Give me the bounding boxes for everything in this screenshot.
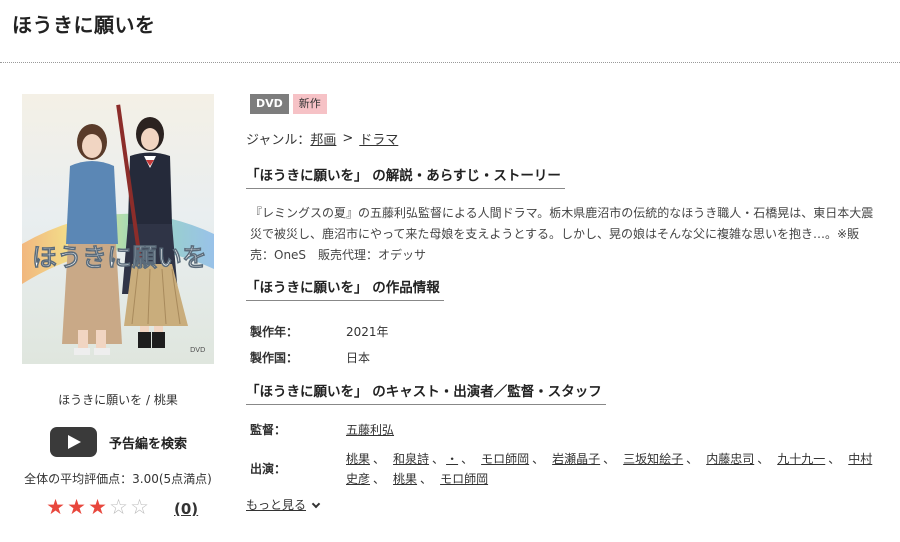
cast-row: 出演： 桃果、和泉詩、・、モロ師岡、岩瀬晶子、三坂知絵子、内藤忠司、九十九一、中…: [250, 449, 880, 489]
show-more-link[interactable]: もっと見る: [246, 496, 321, 513]
cast-staff-list: 監督： 五藤利弘 出演： 桃果、和泉詩、・、モロ師岡、岩瀬晶子、三坂知絵子、内藤…: [250, 421, 880, 489]
cast-member-link[interactable]: 桃果: [393, 472, 417, 486]
chevron-down-icon: [311, 499, 321, 509]
dvd-jacket-image[interactable]: ほうきに願いを DVD: [22, 94, 214, 364]
trailer-search-button[interactable]: 予告編を検索: [50, 426, 187, 458]
cast-member-link[interactable]: ・: [446, 452, 458, 466]
info-label: 製作年：: [250, 324, 299, 339]
info-row-country: 製作国： 日本: [250, 344, 389, 370]
cast-separator: 、: [757, 452, 770, 466]
show-more-label[interactable]: もっと見る: [246, 498, 306, 512]
cast-separator: 、: [532, 452, 545, 466]
cast-member-link[interactable]: 和泉詩: [393, 452, 429, 466]
info-value: 日本: [346, 350, 371, 365]
badge-group: DVD 新作: [250, 94, 331, 114]
work-info-table: 製作年： 2021年 製作国： 日本: [250, 318, 389, 370]
star-filled-icon: ★: [88, 495, 107, 519]
star-empty-icon: ☆: [130, 495, 149, 519]
cast-member-link[interactable]: モロ師岡: [481, 452, 529, 466]
dvd-badge: DVD: [250, 94, 289, 114]
info-value: 2021年: [346, 324, 389, 339]
star-rating: ★ ★ ★ ☆ ☆: [45, 497, 150, 518]
director-link[interactable]: 五藤利弘: [346, 421, 394, 445]
director-label: 監督：: [250, 423, 287, 437]
synopsis-text: 『レミングスの夏』の五藤利弘監督による人間ドラマ。栃木県鹿沼市の伝統的なほうき職…: [250, 206, 874, 262]
cast-member-link[interactable]: 三坂知絵子: [623, 452, 683, 466]
cast-separator: 、: [373, 452, 386, 466]
title-divider: [0, 62, 900, 63]
work-info-heading: 「ほうきに願いを」 の作品情報: [246, 276, 444, 301]
cast-member-list: 桃果、和泉詩、・、モロ師岡、岩瀬晶子、三坂知絵子、内藤忠司、九十九一、中村史彦、…: [346, 449, 880, 489]
review-count-link[interactable]: (0): [174, 500, 198, 518]
cast-separator: 、: [461, 452, 474, 466]
cast-member-link[interactable]: 岩瀬晶子: [552, 452, 600, 466]
average-rating-text: 全体の平均評価点：3.00(5点満点): [24, 472, 212, 486]
poster-title-art: ほうきに願いを: [32, 243, 207, 272]
star-empty-icon: ☆: [109, 495, 128, 519]
cast-separator: 、: [420, 472, 433, 486]
cast-member-link[interactable]: 九十九一: [777, 452, 825, 466]
cast-separator: 、: [828, 452, 841, 466]
cast-heading: 「ほうきに願いを」 のキャスト・出演者／監督・スタッフ: [246, 380, 606, 405]
cast-separator: 、: [603, 452, 616, 466]
genre-link-parent[interactable]: 邦画: [310, 129, 336, 148]
director-row: 監督： 五藤利弘: [250, 421, 880, 445]
trailer-search-label[interactable]: 予告編を検索: [109, 433, 187, 452]
cast-label: 出演：: [250, 462, 287, 476]
play-icon[interactable]: [50, 427, 97, 457]
breadcrumb-separator: >: [342, 131, 354, 146]
star-filled-icon: ★: [46, 495, 65, 519]
info-row-year: 製作年： 2021年: [250, 318, 389, 344]
info-label: 製作国：: [250, 350, 299, 365]
cast-separator: 、: [686, 452, 699, 466]
cast-separator: 、: [432, 452, 439, 466]
genre-breadcrumb: ジャンル： 邦画 > ドラマ: [246, 129, 398, 148]
new-release-badge: 新作: [292, 94, 327, 114]
poster-caption: ほうきに願いを / 桃果: [58, 393, 178, 407]
synopsis-heading: 「ほうきに願いを」 の解説・あらすじ・ストーリー: [246, 164, 565, 189]
cast-member-link[interactable]: モロ師岡: [440, 472, 488, 486]
genre-label: ジャンル：: [246, 133, 311, 148]
page-title: ほうきに願いを: [12, 13, 156, 37]
cast-member-link[interactable]: 内藤忠司: [706, 452, 754, 466]
cast-separator: 、: [373, 472, 386, 486]
svg-text:DVD: DVD: [190, 346, 205, 354]
star-filled-icon: ★: [67, 495, 86, 519]
genre-link-child[interactable]: ドラマ: [359, 129, 398, 148]
cast-member-link[interactable]: 桃果: [346, 452, 370, 466]
